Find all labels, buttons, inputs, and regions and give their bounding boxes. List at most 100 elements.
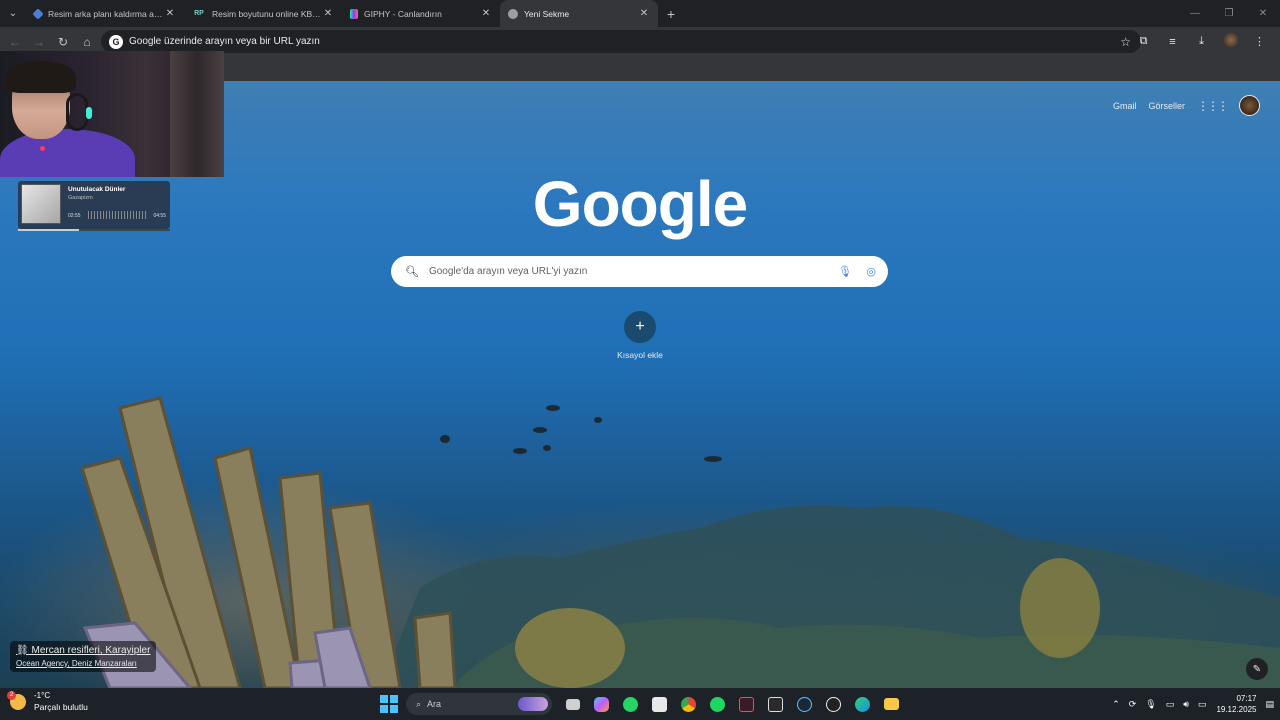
headset-icon — [66, 93, 88, 131]
tab-2[interactable]: GIPHY - Canlandırın ✕ — [342, 0, 500, 27]
task-view-icon[interactable] — [558, 692, 587, 716]
spotify-icon[interactable] — [703, 692, 732, 716]
restore-icon[interactable]: ❐ — [1212, 8, 1246, 19]
attribution-credit[interactable]: Ocean Agency, Deniz Manzaraları — [16, 659, 150, 668]
weather-description: Parçalı bulutlu — [34, 702, 88, 712]
search-icon: 🔍︎ — [405, 266, 419, 278]
extensions-icon[interactable]: ⧉ — [1129, 35, 1158, 48]
temperature: -1°C — [34, 691, 51, 700]
notification-icon[interactable]: ▤ — [1265, 699, 1274, 710]
giphy-icon — [350, 8, 358, 19]
webcam-person-shirt — [0, 129, 135, 177]
chrome-icon — [508, 8, 518, 19]
forward-icon[interactable]: → — [27, 35, 51, 49]
home-icon[interactable]: ⌂ — [75, 35, 99, 49]
webcam-overlay — [0, 51, 224, 177]
tag-icon — [32, 7, 44, 20]
steam-icon[interactable] — [790, 692, 819, 716]
add-shortcut-label: Kısayol ekle — [617, 350, 663, 360]
epic-games-icon[interactable] — [761, 692, 790, 716]
taskbar-search[interactable]: ⌕ Ara — [406, 693, 552, 715]
close-tab-icon[interactable]: ✕ — [638, 8, 650, 19]
weather-sun-icon: 2 — [7, 690, 26, 710]
tab-3[interactable]: Yeni Sekme ✕ — [500, 0, 658, 27]
taskbar-search-icon: ⌕ — [416, 698, 422, 709]
close-tab-icon[interactable]: ✕ — [164, 8, 176, 19]
address-bar[interactable]: G Google üzerinde arayın veya bir URL ya… — [101, 30, 1141, 53]
tab-search-chevron-icon[interactable]: ⌄ — [0, 0, 26, 27]
song-progress-bar — [18, 229, 170, 231]
tab-0[interactable]: Resim arka planı kaldırma aracı ✕ — [26, 0, 184, 27]
battery-icon[interactable]: ▭ — [1198, 699, 1207, 710]
background-image-reef — [80, 396, 1280, 688]
tab-1[interactable]: RP Resim boyutunu online KB/MB ✕ — [184, 0, 342, 27]
window-controls: — ❐ ✕ — [1178, 0, 1280, 27]
images-link[interactable]: Görseller — [1148, 101, 1185, 111]
waveform — [88, 211, 148, 219]
headset-light — [86, 107, 92, 119]
album-cover — [21, 184, 61, 224]
tab-label: Yeni Sekme — [524, 8, 570, 19]
apps-grid-icon[interactable]: ⋮⋮⋮ — [1197, 99, 1229, 113]
close-tab-icon[interactable]: ✕ — [322, 8, 334, 19]
edge-icon[interactable] — [848, 692, 877, 716]
tab-label: Resim arka planı kaldırma aracı — [48, 8, 164, 19]
microphone-tray-icon[interactable]: 🎙︎ — [1145, 699, 1156, 710]
taskbar-apps: ⌕ Ara — [380, 692, 906, 716]
download-icon[interactable]: ⤓ — [1187, 35, 1216, 48]
microphone-icon[interactable]: 🎙︎ — [838, 265, 852, 278]
toolbar-actions: ⧉ ≡ ⤓ ⋮ — [1129, 27, 1274, 56]
gmail-link[interactable]: Gmail — [1113, 101, 1137, 111]
start-windows-icon[interactable] — [380, 695, 398, 713]
google-g-icon: G — [109, 34, 123, 49]
song-artist: Gazapizm — [68, 195, 93, 201]
profile-avatar[interactable] — [1216, 33, 1245, 50]
tab-label: GIPHY - Canlandırın — [364, 8, 442, 19]
plus-icon[interactable]: + — [624, 311, 656, 343]
link-icon: ⛓︎ — [16, 645, 29, 656]
network-icon[interactable]: ▭ — [1166, 699, 1175, 710]
minimize-icon[interactable]: — — [1178, 8, 1212, 19]
clock-date: 19.12.2025 — [1216, 705, 1257, 714]
search-box[interactable]: 🔍︎ Google'da arayın veya URL'yi yazın 🎙︎… — [391, 256, 888, 287]
close-window-icon[interactable]: ✕ — [1246, 8, 1280, 19]
add-shortcut[interactable]: + Kısayol ekle — [617, 311, 663, 360]
back-icon[interactable]: ← — [3, 35, 27, 49]
webcam-person-hair — [6, 61, 76, 93]
copilot-icon[interactable] — [587, 692, 616, 716]
reload-icon[interactable]: ↻ — [51, 35, 75, 49]
taskbar: 2 -1°C Parçalı bulutlu ⌕ Ara ⌃ ⟳ 🎙︎ ▭ 🔊︎… — [0, 688, 1280, 720]
file-explorer-icon[interactable] — [877, 692, 906, 716]
attribution-title-text: Mercan resifleri, Karayipler — [31, 645, 151, 656]
github-desktop-icon[interactable] — [819, 692, 848, 716]
lens-camera-icon[interactable]: ◎ — [866, 265, 876, 278]
menu-icon[interactable]: ⋮ — [1245, 35, 1274, 48]
whatsapp-icon[interactable] — [616, 692, 645, 716]
headset-mic-light — [40, 146, 45, 151]
tab-label: Resim boyutunu online KB/MB — [212, 8, 322, 19]
taskbar-search-label: Ara — [427, 699, 442, 709]
sync-icon[interactable]: ⟳ — [1129, 699, 1137, 710]
attribution-title[interactable]: ⛓︎ Mercan resifleri, Karayipler — [16, 645, 150, 656]
address-placeholder: Google üzerinde arayın veya bir URL yazı… — [129, 36, 320, 47]
tray-chevron-up-icon[interactable]: ⌃ — [1112, 699, 1120, 710]
new-tab-button[interactable]: + — [658, 6, 684, 22]
chrome-icon[interactable] — [674, 692, 703, 716]
store-icon[interactable] — [645, 692, 674, 716]
valorant-icon[interactable] — [732, 692, 761, 716]
elapsed-time: 02:55 — [68, 213, 81, 219]
clock[interactable]: 07:17 19.12.2025 — [1216, 693, 1256, 715]
song-title: Unutulacak Dünler — [68, 186, 126, 193]
background-attribution[interactable]: ⛓︎ Mercan resifleri, Karayipler Ocean Ag… — [10, 641, 157, 672]
system-tray: ⌃ ⟳ 🎙︎ ▭ 🔊︎ ▭ 07:17 19.12.2025 ▤ — [1103, 688, 1274, 720]
clock-time: 07:17 — [1236, 694, 1257, 703]
account-avatar[interactable] — [1239, 95, 1260, 116]
tab-strip: ⌄ Resim arka planı kaldırma aracı ✕ RP R… — [0, 0, 1280, 27]
rp-icon: RP — [194, 10, 204, 17]
customize-pencil-icon[interactable]: ✎ — [1246, 658, 1268, 680]
close-tab-icon[interactable]: ✕ — [480, 8, 492, 19]
volume-icon[interactable]: 🔊︎ — [1183, 699, 1189, 710]
search-highlight-image — [518, 697, 548, 711]
reading-list-icon[interactable]: ≡ — [1158, 36, 1187, 48]
weather-widget[interactable]: 2 -1°C Parçalı bulutlu — [7, 690, 88, 712]
